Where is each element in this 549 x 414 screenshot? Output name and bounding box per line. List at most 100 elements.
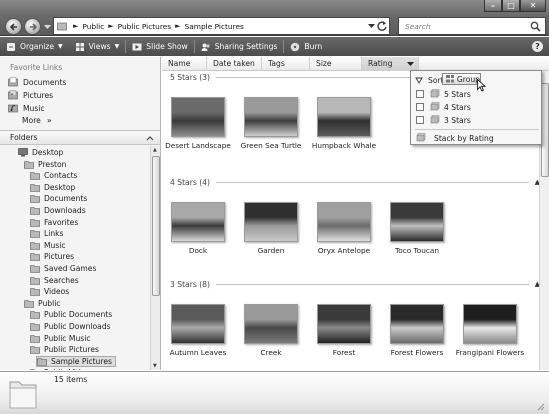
refresh-icon[interactable]	[376, 20, 388, 32]
folder-tree-item[interactable]: Music	[30, 240, 66, 251]
favorite-link-documents[interactable]: Documents	[8, 77, 66, 87]
folder-tree-label: Contacts	[44, 171, 78, 181]
folder-tree-item[interactable]: Public Videos	[30, 367, 94, 370]
folder-icon	[30, 334, 40, 343]
picture-item[interactable]: Dock	[162, 202, 234, 255]
more-links-button[interactable]: More »	[22, 116, 52, 125]
filter-checkbox[interactable]	[416, 103, 424, 111]
folder-tree-item[interactable]: Desktop	[18, 147, 63, 158]
picture-item[interactable]: Forest	[308, 304, 380, 357]
scroll-up-arrow[interactable]: ▲	[153, 147, 157, 153]
help-button[interactable]: ?	[532, 41, 543, 52]
picture-item[interactable]: Toco Toucan	[381, 202, 453, 255]
address-bar[interactable]: ► Public ► Public Pictures ► Sample Pict…	[53, 17, 390, 35]
folder-icon	[30, 241, 40, 250]
column-header-rating[interactable]: Rating	[362, 57, 419, 71]
close-button[interactable]: ✕	[520, 0, 546, 12]
filter-option-4-stars[interactable]: 4 Stars	[416, 101, 471, 113]
picture-thumbnail	[317, 304, 371, 344]
burn-label: Burn	[304, 42, 323, 51]
picture-item[interactable]: Garden	[235, 202, 307, 255]
group-header-label: 3 Stars (8)	[170, 279, 210, 289]
folder-tree-item[interactable]: Sample Pictures	[36, 355, 116, 367]
picture-name: Humpback Whale	[311, 141, 377, 150]
favorite-link-music[interactable]: Music	[8, 103, 45, 113]
folder-tree-item[interactable]: Public Documents	[30, 309, 112, 320]
picture-thumbnail	[317, 202, 371, 242]
forward-button[interactable]	[24, 18, 41, 35]
folder-tree-item[interactable]: Public Music	[30, 333, 91, 344]
picture-item[interactable]: Oryx Antelope	[308, 202, 380, 255]
picture-item[interactable]: Frangipani Flowers	[454, 304, 526, 357]
folder-tree-item[interactable]: Pictures	[30, 251, 74, 262]
folder-tree-item[interactable]: Searches	[30, 275, 79, 286]
column-header-name[interactable]: Name	[162, 57, 207, 71]
folder-tree-item[interactable]: Documents	[30, 193, 87, 204]
picture-item[interactable]: Autumn Leaves	[162, 304, 234, 357]
folder-tree-item[interactable]: Saved Games	[30, 263, 96, 274]
chevron-down-icon[interactable]	[368, 22, 375, 29]
column-header-size[interactable]: Size	[310, 57, 362, 71]
picture-item[interactable]: Creek	[235, 304, 307, 357]
filter-option-3-stars[interactable]: 3 Stars	[416, 114, 471, 126]
folder-tree-item[interactable]: Contacts	[30, 170, 78, 181]
breadcrumb-public[interactable]: Public	[82, 22, 104, 31]
filter-checkbox[interactable]	[416, 116, 424, 124]
burn-button[interactable]: Burn	[290, 38, 322, 55]
search-icon[interactable]	[530, 21, 541, 32]
picture-item[interactable]: Humpback Whale	[308, 97, 380, 150]
group-header[interactable]: 4 Stars (4) ▲	[170, 176, 540, 188]
folder-tree-label: Public Music	[44, 333, 91, 343]
column-header-date-taken[interactable]: Date taken	[207, 57, 262, 71]
picture-item[interactable]: Desert Landscape	[162, 97, 234, 150]
favorite-link-pictures[interactable]: Pictures	[8, 90, 53, 100]
chevron-down-icon[interactable]	[407, 62, 414, 67]
organize-button[interactable]: Organize ▼	[6, 38, 63, 55]
back-button[interactable]	[5, 18, 22, 35]
folder-tree-item[interactable]: Public Pictures	[30, 344, 99, 355]
folder-icon	[30, 253, 40, 262]
scroll-down-arrow[interactable]: ▼	[153, 363, 157, 369]
folder-tree-item[interactable]: Links	[30, 228, 64, 239]
scrollbar-thumb[interactable]	[541, 83, 549, 177]
arrow-right-icon	[30, 23, 38, 31]
search-input[interactable]: Search	[398, 17, 546, 35]
folder-tree-item[interactable]: Preston	[24, 159, 66, 170]
breadcrumb-public-pictures[interactable]: Public Pictures	[118, 22, 172, 31]
scrollbar-thumb[interactable]	[152, 156, 160, 296]
slideshow-button[interactable]: Slide Show	[132, 38, 188, 55]
folder-tree-scrollbar[interactable]: ▲ ▼	[150, 146, 160, 370]
folder-tree-item[interactable]: Public	[24, 298, 60, 309]
group-header[interactable]: 3 Stars (8) ▲	[170, 278, 540, 290]
breadcrumb-separator[interactable]: ►	[73, 22, 78, 30]
favorite-link-label: Music	[23, 103, 45, 113]
folder-icon	[30, 311, 40, 320]
stack-by-rating-option[interactable]: Stack by Rating	[416, 132, 494, 144]
minimize-button[interactable]: –	[484, 0, 502, 12]
recent-pages-dropdown-icon[interactable]	[44, 23, 51, 30]
breadcrumb-separator[interactable]: ►	[108, 22, 113, 30]
folder-icon	[30, 230, 40, 238]
sharing-settings-button[interactable]: Sharing Settings	[201, 38, 277, 55]
folder-tree-item[interactable]: Public Downloads	[30, 321, 111, 332]
folder-tree-item[interactable]: Favorites	[30, 217, 78, 228]
picture-item[interactable]: Green Sea Turtle	[235, 97, 307, 150]
maximize-button[interactable]: □	[502, 0, 520, 12]
views-button[interactable]: Views ▼	[75, 38, 119, 55]
filter-option-5-stars[interactable]: 5 Stars	[416, 88, 471, 100]
breadcrumb-separator[interactable]: ►	[175, 22, 180, 30]
breadcrumb-sample-pictures[interactable]: Sample Pictures	[185, 22, 244, 31]
picture-item[interactable]: Forest Flowers	[381, 304, 453, 357]
folder-tree-item[interactable]: Videos	[30, 286, 69, 297]
folder-tree-item[interactable]: Desktop	[30, 182, 75, 193]
column-header-tags[interactable]: Tags	[262, 57, 310, 71]
resize-grip-icon[interactable]	[536, 402, 545, 411]
group-option[interactable]: Group	[442, 73, 481, 85]
disc-icon	[291, 42, 300, 51]
filter-checkbox[interactable]	[416, 90, 424, 98]
documents-icon	[8, 77, 18, 87]
folder-tree-item[interactable]: Downloads	[30, 205, 86, 216]
sort-option[interactable]: Sort	[415, 74, 444, 86]
folder-icon	[24, 160, 34, 169]
folders-header[interactable]: Folders	[0, 130, 160, 145]
